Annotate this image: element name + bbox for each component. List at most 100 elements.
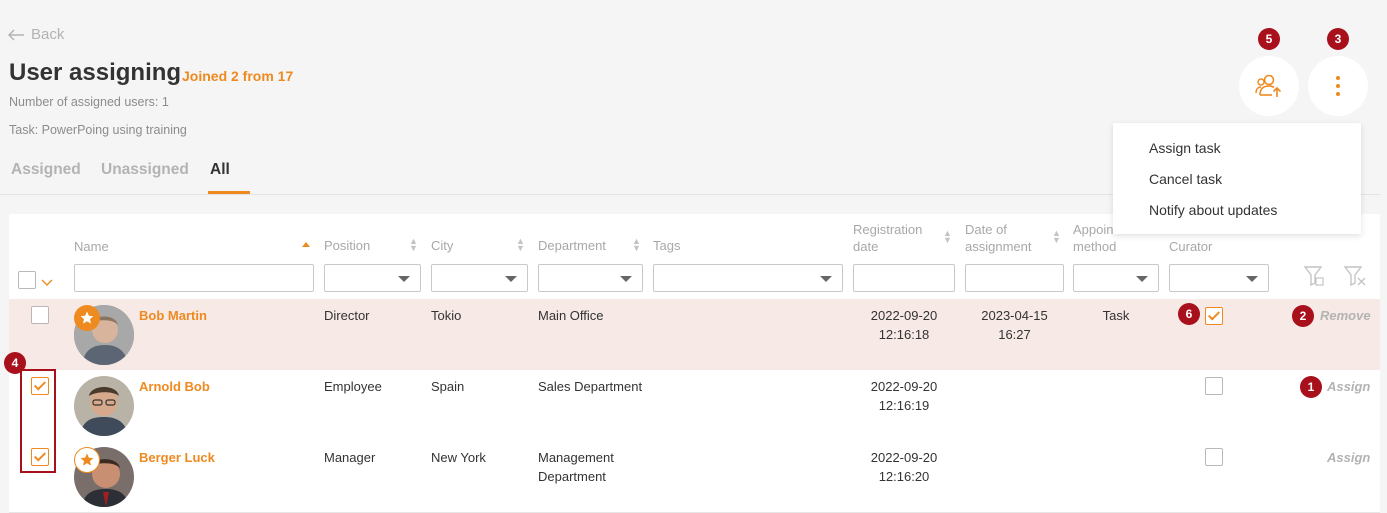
name-filter-input[interactable] xyxy=(74,264,314,292)
filter-clear-icon[interactable] xyxy=(1343,265,1367,287)
remove-button[interactable]: Remove xyxy=(1320,308,1371,323)
method-filter-select[interactable] xyxy=(1073,264,1159,292)
active-tab-indicator xyxy=(208,191,250,194)
column-registration-line2: date xyxy=(853,239,879,254)
sort-icon[interactable]: ▲ ▼ xyxy=(632,237,641,253)
city-cell: Spain xyxy=(431,379,465,394)
curator-checkbox[interactable] xyxy=(1205,307,1223,325)
task-name: Task: PowerPoing using training xyxy=(9,123,187,137)
page-title: User assigning xyxy=(9,59,182,86)
reg-time: 12:16:18 xyxy=(878,327,930,342)
assignment-date-cell: 2023-04-15 16:27 xyxy=(965,306,1064,344)
assign-date: 2023-04-15 xyxy=(981,308,1048,323)
reg-date: 2022-09-20 xyxy=(870,450,938,465)
user-name-link[interactable]: Berger Luck xyxy=(139,450,215,465)
column-method-line2: method xyxy=(1073,239,1117,254)
badge-1: 1 xyxy=(1300,376,1322,398)
column-appointment-method[interactable]: Appoin method xyxy=(1073,221,1116,255)
users-upload-icon xyxy=(1255,74,1282,97)
curator-star-badge xyxy=(74,447,100,473)
city-cell: New York xyxy=(431,450,486,465)
sort-icon[interactable]: ▲ ▼ xyxy=(409,237,418,253)
registration-date-cell: 2022-09-20 12:16:19 xyxy=(853,377,955,415)
registration-date-filter[interactable] xyxy=(853,264,955,292)
column-name[interactable]: Name xyxy=(74,238,109,255)
select-all-checkbox[interactable] xyxy=(18,271,36,289)
curator-star-badge xyxy=(74,305,100,331)
tab-assigned[interactable]: Assigned xyxy=(11,161,81,179)
sort-icon[interactable]: ▲ ▼ xyxy=(1052,229,1061,245)
column-city[interactable]: City xyxy=(431,237,453,254)
column-assignment-line2: assignment xyxy=(965,239,1032,254)
sort-icon[interactable]: ▲ ▼ xyxy=(516,237,525,253)
kebab-menu-icon xyxy=(1336,76,1340,96)
menu-item-notify-updates[interactable]: Notify about updates xyxy=(1149,202,1277,218)
row-checkbox[interactable] xyxy=(31,306,49,324)
reg-date: 2022-09-20 xyxy=(870,308,938,323)
column-assignment-line1: Date of xyxy=(965,222,1007,237)
filter-icon[interactable] xyxy=(1303,265,1325,287)
star-icon xyxy=(80,311,94,324)
badge-2: 2 xyxy=(1292,305,1314,327)
badge-4: 4 xyxy=(4,352,26,374)
table-row[interactable] xyxy=(9,370,1380,442)
menu-item-assign-task[interactable]: Assign task xyxy=(1149,140,1221,156)
method-cell: Task xyxy=(1102,308,1130,323)
position-filter-select[interactable] xyxy=(324,264,421,292)
assign-button[interactable]: Assign xyxy=(1327,450,1370,465)
department-line1: Management xyxy=(538,450,614,465)
reg-date: 2022-09-20 xyxy=(870,379,938,394)
position-cell: Director xyxy=(324,308,370,323)
badge-6: 6 xyxy=(1178,303,1200,325)
back-label: Back xyxy=(31,26,65,43)
curator-checkbox[interactable] xyxy=(1205,448,1223,466)
avatar xyxy=(74,376,134,436)
tab-unassigned[interactable]: Unassigned xyxy=(101,161,189,179)
menu-item-cancel-task[interactable]: Cancel task xyxy=(1149,171,1222,187)
bulk-assign-button[interactable] xyxy=(1239,56,1299,116)
assignment-date-filter[interactable] xyxy=(965,264,1064,292)
assigned-count: Number of assigned users: 1 xyxy=(9,95,169,109)
star-icon xyxy=(80,453,94,466)
column-date-of-assignment[interactable]: Date of assignment xyxy=(965,221,1031,255)
assign-time: 16:27 xyxy=(998,327,1031,342)
column-method-line1: Appoin xyxy=(1073,222,1114,237)
chevron-down-icon[interactable] xyxy=(41,279,53,287)
column-position[interactable]: Position xyxy=(324,237,370,254)
user-name-link[interactable]: Bob Martin xyxy=(139,308,207,323)
tab-all[interactable]: All xyxy=(210,161,230,179)
joined-status: Joined 2 from 17 xyxy=(182,68,294,84)
column-curator[interactable]: Curator xyxy=(1169,238,1212,255)
column-registration-line1: Registration xyxy=(853,222,923,237)
reg-time: 12:16:19 xyxy=(878,398,930,413)
department-filter-select[interactable] xyxy=(538,264,643,292)
city-filter-select[interactable] xyxy=(431,264,528,292)
options-menu: Assign task Cancel task Notify about upd… xyxy=(1113,123,1361,234)
column-tags[interactable]: Tags xyxy=(653,237,680,254)
position-cell: Employee xyxy=(324,379,382,394)
position-cell: Manager xyxy=(324,450,376,465)
tags-filter-select[interactable] xyxy=(653,264,843,292)
registration-date-cell: 2022-09-20 12:16:18 xyxy=(853,306,955,344)
city-cell: Tokio xyxy=(431,308,462,323)
user-name-link[interactable]: Arnold Bob xyxy=(139,379,210,394)
selection-highlight xyxy=(20,369,56,473)
reg-time: 12:16:20 xyxy=(878,469,930,484)
more-options-button[interactable] xyxy=(1308,56,1368,116)
curator-checkbox[interactable] xyxy=(1205,377,1223,395)
department-cell: Sales Department xyxy=(538,379,643,394)
department-line2: Department xyxy=(538,469,606,484)
back-link[interactable]: Back xyxy=(8,26,64,43)
sort-asc-icon[interactable] xyxy=(302,242,310,247)
badge-3: 3 xyxy=(1327,28,1349,50)
table-row[interactable] xyxy=(9,299,1380,371)
column-registration-date[interactable]: Registration date xyxy=(853,221,922,255)
assign-button[interactable]: Assign xyxy=(1327,379,1370,394)
sort-icon[interactable]: ▲ ▼ xyxy=(943,229,952,245)
curator-filter-select[interactable] xyxy=(1169,264,1269,292)
column-department[interactable]: Department xyxy=(538,237,606,254)
registration-date-cell: 2022-09-20 12:16:20 xyxy=(853,448,955,486)
badge-5: 5 xyxy=(1258,28,1280,50)
arrow-left-icon xyxy=(8,28,24,41)
department-cell: Main Office xyxy=(538,308,604,323)
